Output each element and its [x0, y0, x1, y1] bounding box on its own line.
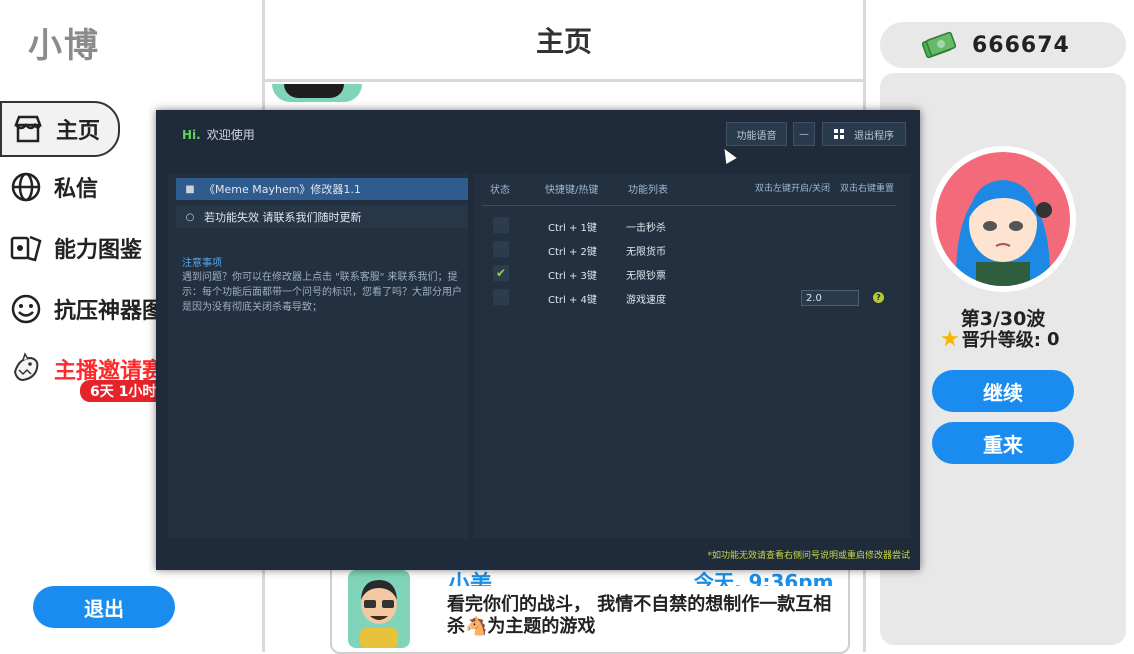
character-portrait — [936, 152, 1070, 286]
minimize-button[interactable]: — — [793, 122, 815, 146]
money-amount: 666674 — [972, 32, 1070, 58]
function-label: 一击秒杀 — [626, 223, 666, 234]
hotkey-label: Ctrl + 3键 — [548, 271, 597, 282]
globe-icon — [6, 167, 46, 207]
promotion-level: ★ 晋升等级: 0 — [940, 326, 1059, 352]
divider — [482, 205, 896, 206]
check-icon: ✔ — [495, 266, 507, 280]
trainer-title: Hi. 欢迎使用 — [182, 126, 255, 143]
status-checkbox-checked[interactable]: ✔ — [493, 265, 509, 281]
greeting: Hi. — [182, 128, 201, 142]
windows-icon — [834, 129, 844, 139]
smiley-icon — [6, 289, 46, 329]
status-checkbox[interactable] — [493, 241, 509, 257]
trainer-function-panel — [474, 174, 910, 538]
column-status: 状态 — [490, 185, 510, 196]
list-item-label: 若功能失效 请联系我们随时更新 — [204, 211, 362, 224]
game-speed-input[interactable]: 2.0 — [801, 290, 859, 306]
level-value: 0 — [1046, 328, 1060, 350]
trainer-left-panel: ■ 《Meme Mayhem》修改器1.1 ○ 若功能失效 请联系我们随时更新 — [168, 174, 468, 538]
status-checkbox[interactable] — [493, 217, 509, 233]
brand-logo: 小博 — [28, 26, 100, 66]
footer-note: *如功能无效请查看右侧问号说明或重启修改器尝试 — [707, 551, 910, 561]
sidebar-item-label: 抗压神器图 — [54, 299, 165, 324]
avatar — [348, 570, 410, 648]
message-text: 看完你们的战斗， 我情不自禁的想制作一款互相杀🐴为主题的游戏 — [447, 594, 832, 637]
hotkey-label: Ctrl + 2键 — [548, 247, 597, 258]
status-checkbox[interactable] — [493, 289, 509, 305]
column-hotkey: 快捷键/热键 — [545, 185, 599, 196]
function-label: 无限钞票 — [626, 271, 666, 282]
hotkey-label: Ctrl + 4键 — [548, 295, 597, 306]
trainer-window[interactable]: Hi. 欢迎使用 功能语音 — 退出程序 ■ 《Meme Mayhem》修改器1.… — [156, 110, 920, 570]
exit-program-button[interactable]: 退出程序 — [822, 122, 906, 146]
invite-countdown-badge: 6天 1小时 — [80, 380, 167, 402]
user-icon: ■ — [185, 183, 195, 195]
column-reset-hint: 双击右键重置 — [840, 184, 895, 194]
exit-button[interactable]: 退出 — [33, 586, 175, 628]
notice-text: 遇到问题？你可以在修改器上点击 "联系客服" 来联系我们；提示：每个功能后面都带… — [182, 272, 462, 313]
sidebar-item-label: 私信 — [54, 177, 99, 202]
notice-heading: 注意事项 — [182, 258, 222, 269]
sidebar-item-home[interactable]: 主页 — [0, 101, 120, 157]
store-icon — [8, 109, 48, 149]
help-icon[interactable]: ? — [873, 292, 884, 303]
star-icon: ★ — [940, 326, 960, 352]
money-icon — [920, 30, 958, 60]
cards-icon — [6, 228, 46, 268]
currency-display: 666674 — [880, 22, 1126, 68]
shark-icon — [6, 349, 46, 389]
function-label: 游戏速度 — [626, 295, 666, 306]
column-function: 功能列表 — [628, 185, 668, 196]
gear-icon: ○ — [185, 211, 195, 223]
voice-toggle-button[interactable]: 功能语音 — [726, 122, 787, 146]
restart-button[interactable]: 重来 — [932, 422, 1074, 464]
list-item[interactable]: ○ 若功能失效 请联系我们随时更新 — [176, 206, 468, 228]
list-item[interactable]: ■ 《Meme Mayhem》修改器1.1 — [176, 178, 468, 200]
exit-program-label: 退出程序 — [854, 130, 894, 142]
column-toggle-hint: 双击左键开启/关闭 — [755, 184, 831, 194]
sidebar-item-label: 主页 — [56, 119, 101, 144]
page-title: 主页 — [262, 0, 866, 82]
list-item-label: 《Meme Mayhem》修改器1.1 — [204, 183, 361, 196]
continue-button[interactable]: 继续 — [932, 370, 1074, 412]
welcome-text: 欢迎使用 — [206, 128, 255, 142]
hotkey-label: Ctrl + 1键 — [548, 223, 597, 234]
sidebar-item-label: 能力图鉴 — [54, 238, 143, 263]
function-label: 无限货币 — [626, 247, 666, 258]
avatar — [272, 84, 362, 102]
level-label: 晋升等级: — [961, 330, 1041, 351]
